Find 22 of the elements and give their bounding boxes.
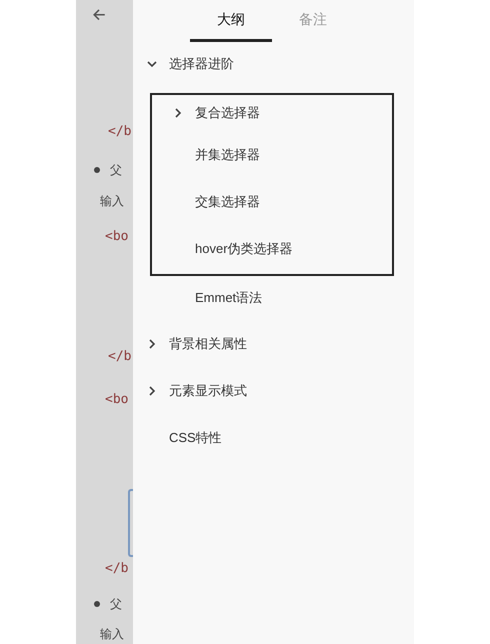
back-arrow-icon[interactable] xyxy=(92,8,106,22)
bullet-icon xyxy=(94,601,100,607)
outline-item[interactable]: CSS特性 xyxy=(169,428,222,448)
code-text: </b xyxy=(105,560,130,578)
body-text: 输入 xyxy=(100,626,125,643)
code-text: </b xyxy=(108,123,132,142)
bullet-text: 父 xyxy=(110,596,122,613)
outline-item[interactable]: 复合选择器 xyxy=(195,103,260,123)
bullet-icon xyxy=(94,167,100,174)
code-text: <bo xyxy=(105,391,130,410)
outline-item[interactable]: hover伪类选择器 xyxy=(195,238,293,258)
outline-item[interactable]: 并集选择器 xyxy=(195,144,260,164)
outline-item[interactable]: 元素显示模式 xyxy=(169,380,247,400)
bullet-text: 父 xyxy=(110,162,122,180)
tab[interactable]: 大纲 xyxy=(190,0,272,42)
outline-item[interactable]: 选择器进阶 xyxy=(169,54,234,74)
body-text: 输入 xyxy=(100,193,125,210)
outline-item[interactable]: Emmet语法 xyxy=(195,288,262,308)
outline-item[interactable]: 背景相关属性 xyxy=(169,334,247,354)
outline-item[interactable]: 交集选择器 xyxy=(195,192,260,212)
code-text: <bo xyxy=(105,228,130,246)
code-text: </b xyxy=(108,348,132,366)
